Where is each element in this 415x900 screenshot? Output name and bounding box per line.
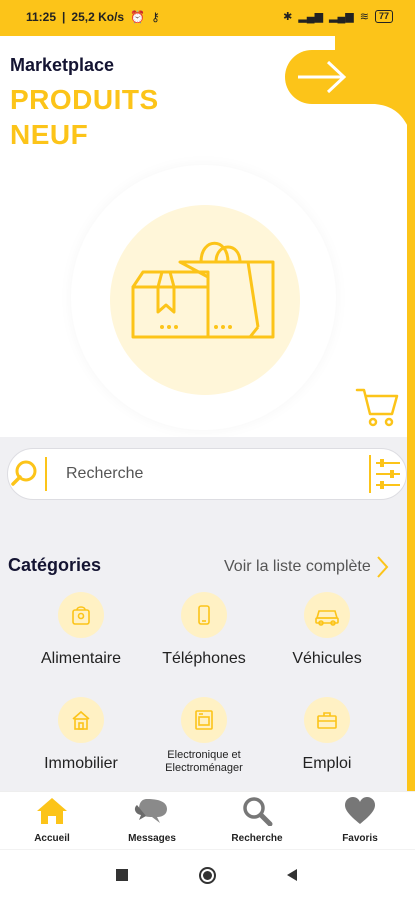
nav-label: Accueil xyxy=(34,833,70,844)
nav-item-favoris[interactable]: Favoris xyxy=(308,796,412,844)
category-label: Téléphones xyxy=(162,650,246,667)
page-title-line2: NEUF xyxy=(10,119,89,150)
nav-item-recherche[interactable]: Recherche xyxy=(205,796,309,844)
category-immobilier[interactable]: Immobilier xyxy=(12,697,150,773)
building-icon xyxy=(58,697,104,743)
briefcase-icon xyxy=(304,697,350,743)
chevron-right-icon xyxy=(376,556,389,578)
arrow-right-icon xyxy=(298,60,347,94)
category-label: Alimentaire xyxy=(40,650,122,667)
food-bag-icon xyxy=(58,592,104,638)
shopping-bags-icon xyxy=(131,241,275,339)
nav-item-accueil[interactable]: Accueil xyxy=(0,796,104,844)
category-telephones[interactable]: Téléphones xyxy=(135,592,273,668)
home-icon xyxy=(37,798,67,824)
cart-icon[interactable] xyxy=(354,384,400,430)
see-all-link[interactable]: Voir la liste complète xyxy=(224,555,389,579)
wifi-icon: ≋ xyxy=(359,11,369,23)
next-button[interactable] xyxy=(285,50,415,104)
category-label: Immobilier xyxy=(44,755,118,772)
recent-apps-button[interactable] xyxy=(116,869,128,881)
edge-strip xyxy=(407,36,415,791)
search-button[interactable] xyxy=(8,449,54,499)
category-emploi[interactable]: Emploi xyxy=(258,697,396,773)
status-left: 11:25 | 25,2 Ko/s ⏰ ⚷ xyxy=(26,10,160,24)
chat-icon xyxy=(134,799,167,823)
car-icon xyxy=(304,592,350,638)
signal-icon-2: ▂▄▆ xyxy=(329,11,354,23)
battery-indicator: 77 xyxy=(374,10,393,23)
alarm-icon: ⏰ xyxy=(130,10,146,24)
page-title-line1: PRODUITS xyxy=(10,84,159,115)
back-button[interactable] xyxy=(287,869,297,881)
nav-item-messages[interactable]: Messages xyxy=(100,796,204,844)
search-input[interactable] xyxy=(66,462,356,486)
status-time: 11:25 xyxy=(26,10,57,24)
phone-icon xyxy=(181,592,227,638)
category-alimentaire[interactable]: Alimentaire xyxy=(12,592,150,668)
search-icon xyxy=(243,797,273,827)
category-label: Véhicules xyxy=(292,650,362,667)
category-electronique[interactable]: Electronique et Electroménager xyxy=(135,697,273,775)
appliance-icon xyxy=(181,697,227,743)
status-bar: 11:25 | 25,2 Ko/s ⏰ ⚷ ✱ ▂▄▆ ▂▄▆ ≋ 77 xyxy=(0,0,415,36)
nav-label: Recherche xyxy=(231,833,283,844)
signal-icon-1: ▂▄▆ xyxy=(298,11,324,23)
bluetooth-icon: ✱ xyxy=(283,11,293,23)
category-vehicules[interactable]: Véhicules xyxy=(258,592,396,668)
key-icon: ⚷ xyxy=(151,10,160,24)
filter-button[interactable] xyxy=(366,449,406,499)
see-all-label: Voir la liste complète xyxy=(224,558,371,575)
nav-label: Messages xyxy=(128,833,176,844)
status-right: ✱ ▂▄▆ ▂▄▆ ≋ 77 xyxy=(283,10,393,23)
bottom-nav: Accueil Messages Recherche Favoris xyxy=(0,791,415,849)
filter-sliders-icon xyxy=(369,455,400,493)
category-label: Emploi xyxy=(302,755,352,772)
marketplace-label: Marketplace xyxy=(10,55,115,75)
search-bar xyxy=(7,448,407,500)
nav-label: Favoris xyxy=(342,833,378,844)
category-label: Electronique et Electroménager xyxy=(165,749,243,774)
search-icon xyxy=(11,457,47,491)
categories-title: Catégories xyxy=(8,555,102,575)
heart-icon xyxy=(345,797,375,824)
home-button[interactable] xyxy=(199,867,216,884)
system-nav-bar xyxy=(0,849,415,900)
status-speed: 25,2 Ko/s xyxy=(71,10,125,24)
